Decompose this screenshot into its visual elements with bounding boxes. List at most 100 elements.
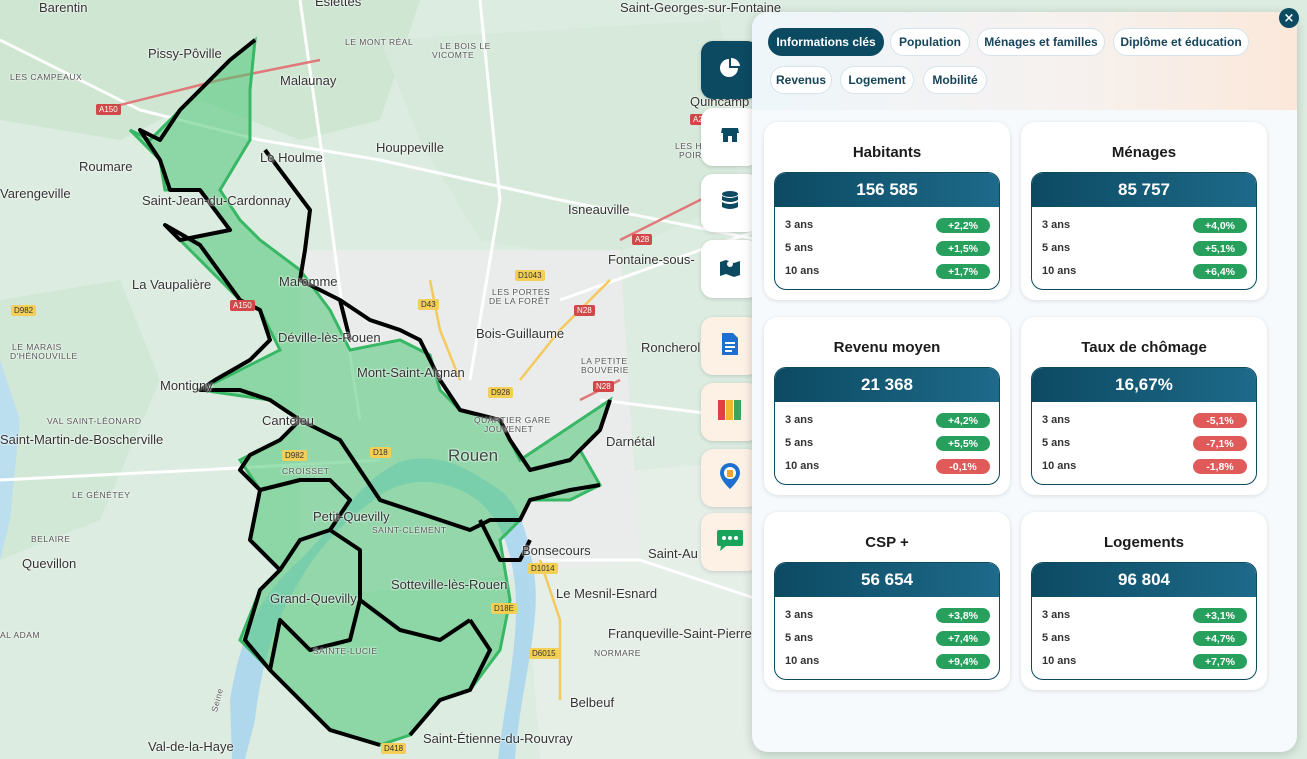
period-label: 5 ans (785, 632, 814, 644)
map-label: Roumare (79, 159, 133, 174)
change-badge: +1,7% (936, 264, 990, 279)
period-label: 3 ans (785, 219, 814, 231)
rail-button-chat[interactable] (701, 513, 759, 571)
map-label: D'HÉNOUVILLE (10, 351, 78, 361)
map-label: Saint-Jean-du-Cardonnay (142, 193, 291, 208)
stat-change-row: 10 ans +7,7% (1042, 654, 1247, 670)
road-badge: N28 (593, 381, 614, 392)
stat-card: Ménages 85 757 3 ans +4,0% 5 ans +5,1% 10 ans +… (1021, 122, 1267, 300)
change-badge: -0,1% (936, 459, 990, 474)
flag-stripes-icon (717, 398, 743, 426)
period-label: 5 ans (1042, 437, 1071, 449)
change-badge: +3,8% (936, 608, 990, 623)
rail-button-key-info[interactable] (701, 41, 759, 99)
stat-change-row: 5 ans +5,5% (785, 436, 990, 452)
tab-menages-familles[interactable]: Ménages et familles (977, 28, 1105, 56)
road-badge: D1014 (528, 563, 558, 574)
rail-button-location[interactable] (701, 449, 759, 507)
chat-bubble-icon (716, 528, 744, 556)
period-label: 5 ans (785, 242, 814, 254)
road-badge: A28 (632, 234, 653, 245)
document-icon (721, 332, 739, 360)
map-label: Petit-Quevilly (313, 509, 390, 524)
period-label: 10 ans (785, 655, 820, 667)
map-label: SAINTE-LUCIE (313, 646, 378, 656)
road-badge: D928 (488, 387, 514, 398)
road-badge: D982 (282, 450, 308, 461)
period-label: 3 ans (785, 609, 814, 621)
stat-change-row: 3 ans -5,1% (1042, 413, 1247, 429)
stat-card-value: 21 368 (775, 368, 999, 402)
change-badge: +4,0% (1193, 218, 1247, 233)
map-label: Saint-Étienne-du-Rouvray (423, 731, 573, 746)
database-icon (720, 190, 740, 216)
stat-change-row: 5 ans -7,1% (1042, 436, 1247, 452)
stat-change-row: 10 ans -1,8% (1042, 459, 1247, 475)
stat-card-body: 56 654 3 ans +3,8% 5 ans +7,4% 10 ans +9,4% (774, 562, 1000, 680)
change-badge: +6,4% (1193, 264, 1247, 279)
map-label: VICOMTE (432, 50, 475, 60)
rail-button-shops[interactable] (701, 108, 759, 166)
road-badge: D982 (11, 305, 37, 316)
stat-card: Taux de chômage 16,67% 3 ans -5,1% 5 ans -7,1… (1021, 317, 1267, 495)
stat-change-row: 5 ans +1,5% (785, 241, 990, 257)
map-label: AL ADAM (0, 630, 41, 640)
stat-card-body: 96 804 3 ans +3,1% 5 ans +4,7% 10 ans +7,7% (1031, 562, 1257, 680)
period-label: 5 ans (1042, 242, 1071, 254)
stat-change-row: 10 ans +6,4% (1042, 264, 1247, 280)
stat-change-row: 3 ans +4,2% (785, 413, 990, 429)
location-pin-icon (718, 462, 742, 494)
stat-card-body: 16,67% 3 ans -5,1% 5 ans -7,1% 10 ans -1,8% (1031, 367, 1257, 485)
stat-card: Logements 96 804 3 ans +3,1% 5 ans +4,7% 10 an… (1021, 512, 1267, 690)
rail-button-colors[interactable] (701, 383, 759, 441)
tab-logement[interactable]: Logement (840, 66, 914, 94)
map-label: Varengeville (0, 186, 71, 201)
rail-button-data[interactable] (701, 174, 759, 232)
map-label: Bonsecours (522, 543, 591, 558)
period-label: 10 ans (1042, 460, 1077, 472)
stat-change-row: 5 ans +5,1% (1042, 241, 1247, 257)
close-button[interactable]: × (1279, 8, 1299, 28)
period-label: 10 ans (1042, 655, 1077, 667)
change-badge: +4,2% (936, 413, 990, 428)
map-label: NORMARE (594, 648, 641, 658)
tab-mobilite[interactable]: Mobilité (923, 66, 987, 94)
stat-change-row: 10 ans -0,1% (785, 459, 990, 475)
period-label: 3 ans (1042, 414, 1071, 426)
stat-card: Habitants 156 585 3 ans +2,2% 5 ans +1,5% 10 a… (764, 122, 1010, 300)
stat-change-row: 3 ans +2,2% (785, 218, 990, 234)
map-label: Darnétal (606, 434, 656, 449)
map-label: LE MONT RÉAL (345, 37, 414, 47)
map-label: Franqueville-Saint-Pierre (608, 626, 752, 641)
map-label: Esiettes (315, 0, 362, 9)
change-badge: -1,8% (1193, 459, 1247, 474)
stat-card-title: Habitants (852, 144, 922, 161)
map-label: Grand-Quevilly (270, 591, 357, 606)
tab-revenus[interactable]: Revenus (770, 66, 832, 94)
change-badge: -7,1% (1193, 436, 1247, 451)
stat-card-value: 85 757 (1032, 173, 1256, 207)
map-label: Saint-Au (648, 546, 698, 561)
map-label: LE GÉNÉTEY (72, 490, 131, 500)
stat-card-body: 21 368 3 ans +4,2% 5 ans +5,5% 10 ans -0,1% (774, 367, 1000, 485)
map-label: Bois-Guillaume (476, 326, 565, 341)
change-badge: +1,5% (936, 241, 990, 256)
stat-change-row: 3 ans +3,1% (1042, 608, 1247, 624)
tab-informations-cles[interactable]: Informations clés (768, 28, 884, 56)
stat-change-row: 3 ans +4,0% (1042, 218, 1247, 234)
period-label: 3 ans (1042, 219, 1071, 231)
tab-population[interactable]: Population (890, 28, 970, 56)
road-badge: A150 (96, 104, 121, 115)
map-label: La Vaupalière (132, 277, 212, 292)
map-label: Malaunay (280, 73, 337, 88)
stat-card: CSP + 56 654 3 ans +3,8% 5 ans +7,4% 10 ans +9,… (764, 512, 1010, 690)
rail-button-documents[interactable] (701, 317, 759, 375)
map-label: DE LA FORÊT (489, 296, 550, 306)
period-label: 3 ans (1042, 609, 1071, 621)
period-label: 3 ans (785, 414, 814, 426)
pie-chart-icon (719, 57, 741, 83)
tab-diplome-education[interactable]: Diplôme et éducation (1113, 28, 1249, 56)
road-badge: A150 (230, 300, 255, 311)
rail-button-map[interactable] (701, 240, 759, 298)
shop-icon (719, 124, 741, 150)
